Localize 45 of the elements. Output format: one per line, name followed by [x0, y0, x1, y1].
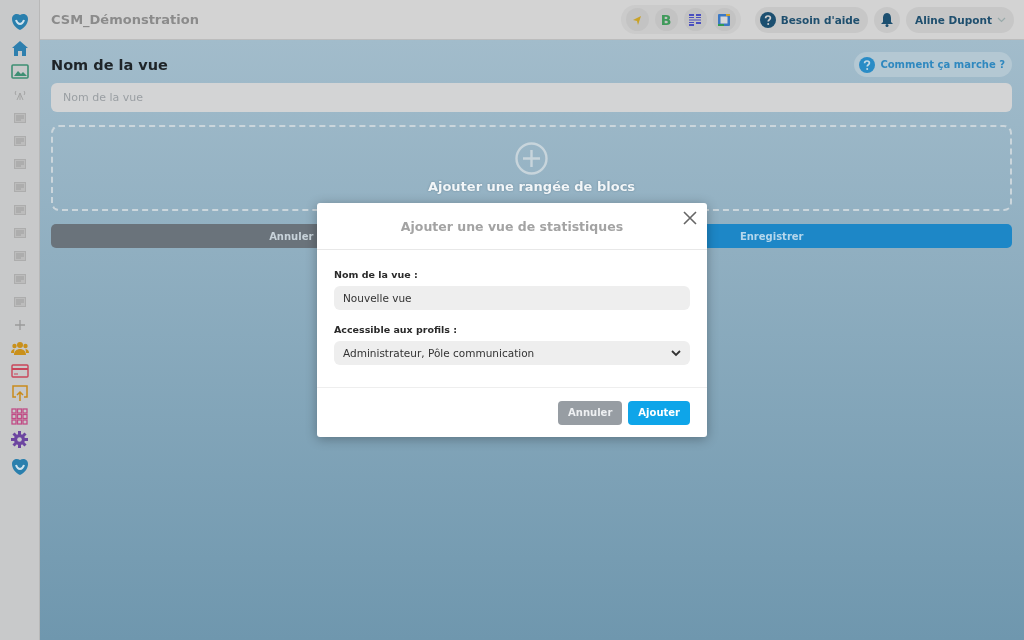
document-icon[interactable] [13, 158, 26, 169]
view-name-input[interactable]: Nouvelle vue [334, 286, 690, 310]
home-icon[interactable] [10, 40, 29, 57]
page-heading: Nom de la vue [51, 56, 168, 73]
cancel-button[interactable]: Annuler [558, 400, 623, 425]
navigation-arrow-icon[interactable] [632, 14, 643, 25]
settings-icon[interactable] [11, 431, 28, 448]
card-icon[interactable] [10, 363, 29, 378]
plus-icon[interactable] [14, 319, 25, 330]
add-button[interactable]: Ajouter [628, 400, 690, 425]
upload-icon[interactable] [10, 385, 29, 402]
question-icon [759, 11, 776, 28]
app-title: CSM_Démonstration [51, 12, 200, 27]
document-icon[interactable] [13, 273, 26, 284]
document-icon[interactable] [13, 204, 26, 215]
user-menu-button[interactable]: Aline Dupont [906, 6, 1014, 33]
profiles-dropdown[interactable]: Administrateur, Pôle communication [334, 341, 690, 365]
calendar-icon[interactable] [718, 13, 731, 26]
question-icon [859, 56, 876, 73]
logo-icon[interactable] [9, 456, 30, 477]
field-label: Nom de la vue : [334, 269, 419, 280]
people-icon[interactable] [10, 340, 29, 355]
document-icon[interactable] [13, 227, 26, 238]
add-circle-icon[interactable] [515, 142, 548, 175]
document-icon[interactable] [13, 135, 26, 146]
dropdown-value: Administrateur, Pôle communication [343, 347, 535, 359]
field-label: Accessible aux profils : [334, 324, 459, 335]
add-row-label: Ajouter une rangée de blocs [427, 179, 636, 194]
close-icon[interactable] [683, 210, 697, 225]
chevron-down-icon [671, 349, 681, 357]
chevron-down-icon [997, 16, 1006, 23]
qr-code-icon[interactable] [689, 13, 702, 26]
document-icon[interactable] [13, 181, 26, 192]
document-icon[interactable] [13, 296, 26, 307]
notification-bell-icon[interactable] [880, 12, 894, 27]
logo-icon[interactable] [9, 11, 30, 32]
grid-icon[interactable] [11, 408, 28, 425]
picture-icon[interactable] [10, 64, 29, 79]
document-icon[interactable] [13, 250, 26, 261]
help-button[interactable]: Besoin d'aide [754, 6, 868, 33]
app-shortcut-button[interactable]: B [654, 8, 678, 31]
view-name-field[interactable]: Nom de la vue [51, 83, 1012, 112]
document-icon[interactable] [13, 112, 26, 123]
antenna-icon[interactable] [13, 89, 26, 100]
how-it-works-button[interactable]: Comment ça marche ? [854, 52, 1012, 77]
